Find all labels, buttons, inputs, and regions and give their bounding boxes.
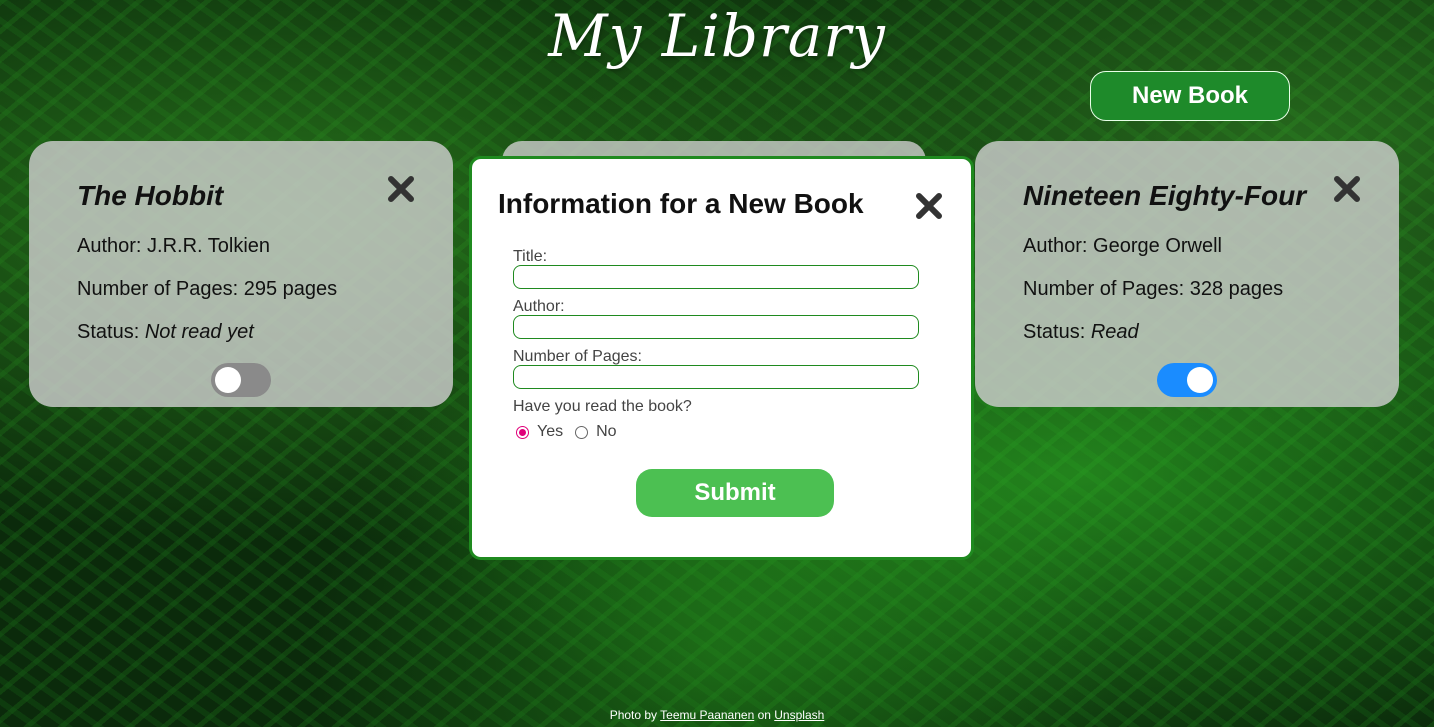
read-toggle[interactable]: [211, 363, 271, 397]
book-author: Author: George Orwell: [1023, 235, 1222, 257]
page-title: My Library: [548, 2, 886, 70]
no-label: No: [596, 423, 617, 440]
author-input[interactable]: [513, 315, 919, 339]
new-book-dialog: Information for a New Book Title: Author…: [469, 156, 974, 560]
book-pages: Number of Pages: 328 pages: [1023, 278, 1284, 300]
unsplash-link[interactable]: Unsplash: [774, 708, 824, 722]
book-status: Status: Read: [1023, 321, 1139, 343]
book-title: The Hobbit: [77, 180, 224, 211]
pages-input[interactable]: [513, 365, 919, 389]
pages-label: Number of Pages:: [513, 348, 642, 365]
author-label: Author:: [513, 298, 565, 315]
read-question: Have you read the book?: [513, 398, 692, 415]
book-author: Author: J.R.R. Tolkien: [77, 235, 271, 257]
book-card: The Hobbit Author: J.R.R. Tolkien Number…: [29, 141, 453, 407]
yes-label: Yes: [537, 423, 564, 440]
submit-button[interactable]: Submit: [636, 469, 834, 517]
dialog-title: Information for a New Book: [498, 188, 864, 219]
close-icon[interactable]: [387, 175, 415, 203]
toggle-knob: [1187, 367, 1213, 393]
title-input[interactable]: [513, 265, 919, 289]
no-radio[interactable]: [575, 425, 589, 439]
yes-radio[interactable]: [516, 425, 529, 439]
close-icon[interactable]: [915, 192, 943, 220]
book-title: Nineteen Eighty-Four: [1023, 180, 1307, 211]
book-card: Nineteen Eighty-Four Author: George Orwe…: [975, 141, 1399, 407]
photo-credit: Photo by Teemu Paananen on Unsplash: [609, 708, 825, 722]
book-status: Status: Not read yet: [77, 321, 254, 343]
toggle-knob: [215, 367, 241, 393]
title-label: Title:: [513, 248, 548, 265]
book-pages: Number of Pages: 295 pages: [77, 278, 338, 300]
close-icon[interactable]: [1333, 175, 1361, 203]
read-toggle[interactable]: [1157, 363, 1217, 397]
author-link[interactable]: Teemu Paananen: [660, 708, 754, 722]
read-options: Yes No: [516, 423, 629, 441]
new-book-button[interactable]: New Book: [1090, 71, 1290, 121]
